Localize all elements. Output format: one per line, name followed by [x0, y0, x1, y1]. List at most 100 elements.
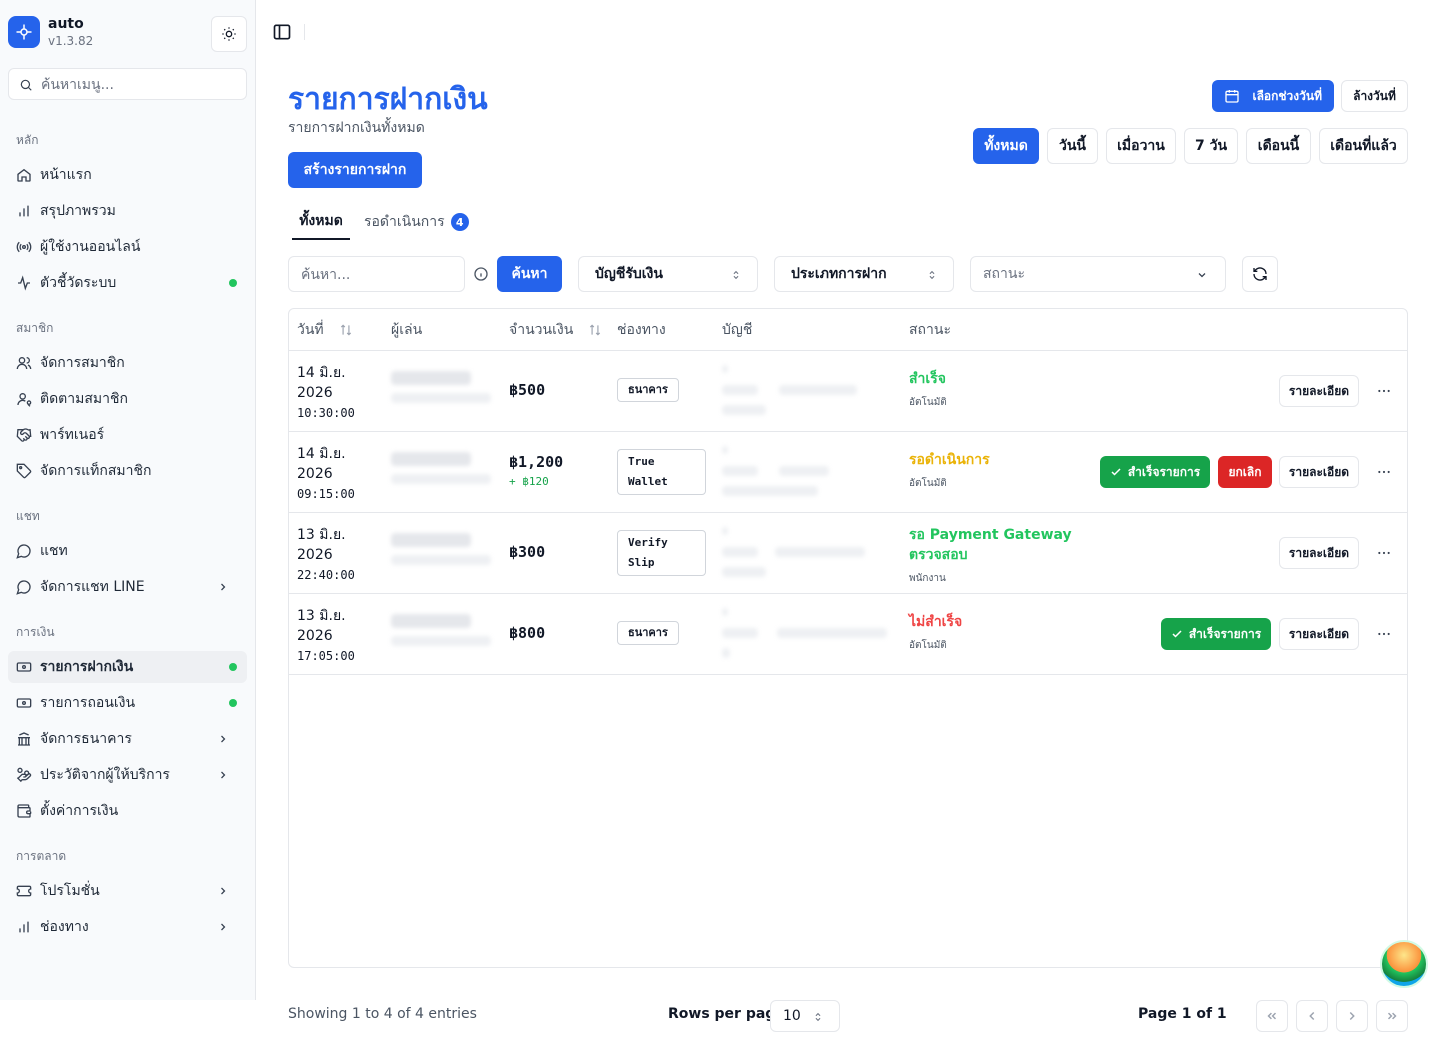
message-circle-icon	[16, 580, 31, 595]
range-today-button[interactable]: วันนี้	[1047, 128, 1098, 164]
header-date[interactable]: วันที่	[297, 309, 354, 350]
users-icon	[16, 357, 32, 370]
status-select[interactable]: สถานะ	[970, 256, 1226, 292]
chevrons-right-icon	[1387, 1012, 1397, 1020]
sidebar-item-label: รายการฝากเงิน	[40, 659, 134, 675]
account-redacted	[722, 405, 766, 415]
date-range-button[interactable]: เลือกช่วงวันที่	[1212, 80, 1334, 112]
menu-search-input[interactable]	[41, 75, 241, 95]
sidebar-item-provider-history[interactable]: ประวัติจากผู้ให้บริการ	[8, 759, 247, 791]
detail-button[interactable]: รายละเอียด	[1279, 375, 1359, 407]
detail-button[interactable]: รายละเอียด	[1279, 537, 1359, 569]
row-date-day: 13 มิ.ย.	[297, 608, 346, 624]
deposit-type-select[interactable]: ประเภทการฝาก	[774, 256, 954, 292]
more-actions-button[interactable]	[1375, 382, 1393, 400]
sidebar-toggle-button[interactable]	[272, 22, 292, 42]
range-this-month-button[interactable]: เดือนนี้	[1246, 128, 1311, 164]
theme-toggle-button[interactable]	[211, 16, 247, 52]
tab-pending[interactable]: รอดำเนินการ 4	[364, 204, 469, 240]
sidebar-item-partner[interactable]: พาร์ทเนอร์	[8, 419, 247, 451]
last-page-button[interactable]	[1376, 1000, 1408, 1032]
sidebar-item-banks[interactable]: จัดการธนาคาร	[8, 723, 247, 755]
refresh-button[interactable]	[1242, 256, 1278, 292]
account-redacted	[777, 628, 887, 638]
row-date-day: 13 มิ.ย.	[297, 527, 346, 543]
search-field[interactable]	[288, 256, 465, 292]
row-date-day: 14 มิ.ย.	[297, 446, 346, 462]
account-redacted	[722, 628, 758, 638]
check-icon	[1172, 630, 1182, 638]
row-date-time: 22:40:00	[297, 568, 355, 582]
sidebar-item-home[interactable]: หน้าแรก	[8, 159, 247, 191]
sidebar-item-label: จัดการสมาชิก	[40, 355, 125, 371]
app-version: v1.3.82	[48, 34, 94, 48]
group-label-marketing: การตลาด	[16, 849, 67, 863]
row-status: ไม่สำเร็จ	[909, 614, 963, 630]
sidebar-item-chat[interactable]: แชท	[8, 535, 247, 567]
clear-date-button[interactable]: ล้างวันที่	[1341, 80, 1408, 112]
radio-icon	[16, 241, 32, 253]
row-date: 13 มิ.ย. 2026 22:40:00	[297, 525, 355, 585]
header-amount[interactable]: จำนวนเงิน	[509, 309, 603, 350]
sidebar-item-promotions[interactable]: โปรโมชั่น	[8, 875, 247, 907]
header-label: วันที่	[297, 321, 324, 338]
row-amount: ฿300	[509, 543, 546, 561]
rows-per-page-select[interactable]: 10	[770, 1000, 840, 1032]
more-actions-button[interactable]	[1375, 625, 1393, 643]
range-7days-button[interactable]: 7 วัน	[1184, 128, 1238, 164]
chevron-right-icon	[221, 771, 226, 779]
chevrons-up-down-icon	[929, 270, 935, 280]
create-deposit-button[interactable]: สร้างรายการฝาก	[288, 152, 422, 188]
info-icon[interactable]	[473, 266, 489, 286]
more-actions-button[interactable]	[1375, 463, 1393, 481]
approve-button[interactable]: สำเร็จรายการ	[1161, 618, 1271, 650]
row-status-source: อัตโนมัติ	[909, 640, 947, 651]
channel-line: Verify	[628, 536, 668, 549]
sidebar-item-online[interactable]: ผู้ใช้งานออนไลน์	[8, 231, 247, 263]
more-actions-button[interactable]	[1375, 544, 1393, 562]
player-redacted	[391, 533, 471, 547]
sidebar-item-metrics[interactable]: ตัวชี้วัดระบบ	[8, 267, 247, 299]
detail-button[interactable]: รายละเอียด	[1279, 456, 1359, 488]
chevrons-up-down-icon	[733, 270, 739, 280]
page-subtitle: รายการฝากเงินทั้งหมด	[288, 120, 425, 136]
sidebar-item-deposits[interactable]: รายการฝากเงิน	[8, 651, 247, 683]
search-input[interactable]	[301, 265, 451, 285]
tab-all[interactable]: ทั้งหมด	[292, 204, 350, 240]
search-button[interactable]: ค้นหา	[497, 256, 562, 292]
rows-per-page-label: Rows per page	[668, 1006, 785, 1022]
cancel-button[interactable]: ยกเลิก	[1218, 456, 1272, 488]
detail-button[interactable]: รายละเอียด	[1279, 618, 1359, 650]
first-page-button[interactable]	[1256, 1000, 1288, 1032]
sidebar: auto v1.3.82 หลัก หน้าแรก สรุปภาพรวม ผู้…	[0, 0, 256, 1000]
page-title: รายการฝากเงิน	[288, 82, 488, 117]
row-status-source: อัตโนมัติ	[909, 397, 947, 408]
sidebar-item-finance-settings[interactable]: ตั้งค่าการเงิน	[8, 795, 247, 827]
sidebar-item-line-chat[interactable]: จัดการแชท LINE	[8, 571, 247, 603]
channel-line: True	[628, 455, 655, 468]
menu-search[interactable]	[8, 68, 247, 100]
bar-chart-icon	[19, 921, 29, 933]
sidebar-item-label: ประวัติจากผู้ให้บริการ	[40, 767, 170, 783]
approve-button[interactable]: สำเร็จรายการ	[1100, 456, 1210, 488]
sidebar-item-track-members[interactable]: ติดตามสมาชิก	[8, 383, 247, 415]
group-label-finance: การเงิน	[16, 625, 55, 639]
sidebar-item-withdrawals[interactable]: รายการถอนเงิน	[8, 687, 247, 719]
row-date-day: 14 มิ.ย.	[297, 365, 346, 381]
sidebar-item-overview[interactable]: สรุปภาพรวม	[8, 195, 247, 227]
row-amount: ฿800	[509, 624, 546, 642]
sidebar-item-manage-members[interactable]: จัดการสมาชิก	[8, 347, 247, 379]
support-avatar-button[interactable]	[1380, 940, 1428, 988]
sidebar-item-member-tags[interactable]: จัดการแท็กสมาชิก	[8, 455, 247, 487]
next-page-button[interactable]	[1336, 1000, 1368, 1032]
account-redacted	[722, 527, 728, 535]
row-date-year: 2026	[297, 385, 333, 401]
range-yesterday-button[interactable]: เมื่อวาน	[1106, 128, 1176, 164]
sidebar-item-channels[interactable]: ช่องทาง	[8, 911, 247, 943]
range-all-button[interactable]: ทั้งหมด	[973, 128, 1039, 164]
range-last-month-button[interactable]: เดือนที่แล้ว	[1319, 128, 1408, 164]
account-select[interactable]: บัญชีรับเงิน	[578, 256, 758, 292]
row-status: รอดำเนินการ	[909, 452, 990, 468]
previous-page-button[interactable]	[1296, 1000, 1328, 1032]
account-redacted	[722, 486, 818, 496]
